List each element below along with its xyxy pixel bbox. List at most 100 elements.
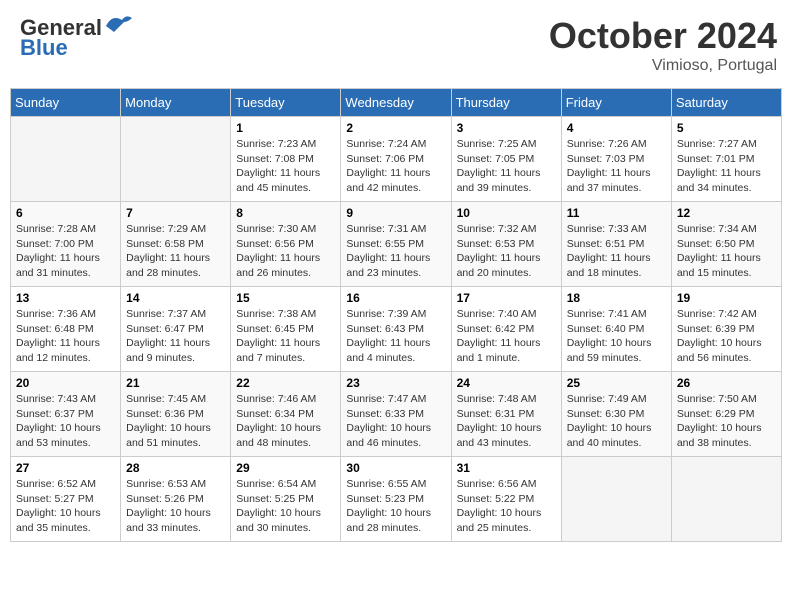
day-info: Sunrise: 7:24 AM Sunset: 7:06 PM Dayligh… [346,137,445,196]
day-number: 15 [236,291,335,305]
calendar-header-row: Sunday Monday Tuesday Wednesday Thursday… [11,89,782,117]
col-saturday: Saturday [671,89,781,117]
calendar-table: Sunday Monday Tuesday Wednesday Thursday… [10,88,782,542]
calendar-cell [561,457,671,542]
day-number: 12 [677,206,776,220]
calendar-week-row: 27Sunrise: 6:52 AM Sunset: 5:27 PM Dayli… [11,457,782,542]
day-number: 26 [677,376,776,390]
page-header: General Blue October 2024 Vimioso, Portu… [10,10,782,80]
col-sunday: Sunday [11,89,121,117]
col-wednesday: Wednesday [341,89,451,117]
calendar-cell: 20 Sunrise: 7:43 AM Sunset: 6:37 PM Dayli… [11,372,121,457]
col-thursday: Thursday [451,89,561,117]
calendar-cell: 29Sunrise: 6:54 AM Sunset: 5:25 PM Dayli… [231,457,341,542]
calendar-cell: 26 Sunrise: 7:50 AM Sunset: 6:29 PM Dayli… [671,372,781,457]
day-info: Sunrise: 7:28 AM Sunset: 7:00 PM Dayligh… [16,222,115,281]
calendar-cell [11,117,121,202]
day-info: Sunrise: 6:56 AM Sunset: 5:22 PM Dayligh… [457,477,556,536]
day-number: 31 [457,461,556,475]
day-number: 6 [16,206,115,220]
day-info: Sunrise: 7:38 AM Sunset: 6:45 PM Dayligh… [236,307,335,366]
day-info: Sunrise: 7:40 AM Sunset: 6:42 PM Dayligh… [457,307,556,366]
calendar-cell: 1 Sunrise: 7:23 AM Sunset: 7:08 PM Daylig… [231,117,341,202]
calendar-cell: 12 Sunrise: 7:34 AM Sunset: 6:50 PM Dayli… [671,202,781,287]
calendar-week-row: 13 Sunrise: 7:36 AM Sunset: 6:48 PM Dayli… [11,287,782,372]
day-info: Sunrise: 6:52 AM Sunset: 5:27 PM Dayligh… [16,477,115,536]
day-number: 1 [236,121,335,135]
calendar-cell: 2 Sunrise: 7:24 AM Sunset: 7:06 PM Daylig… [341,117,451,202]
day-info: Sunrise: 7:23 AM Sunset: 7:08 PM Dayligh… [236,137,335,196]
day-info: Sunrise: 7:29 AM Sunset: 6:58 PM Dayligh… [126,222,225,281]
location: Vimioso, Portugal [549,57,777,75]
day-number: 9 [346,206,445,220]
day-number: 18 [567,291,666,305]
logo: General Blue [20,15,134,61]
day-info: Sunrise: 7:37 AM Sunset: 6:47 PM Dayligh… [126,307,225,366]
calendar-cell [671,457,781,542]
calendar-cell: 22 Sunrise: 7:46 AM Sunset: 6:34 PM Dayli… [231,372,341,457]
calendar-cell: 4 Sunrise: 7:26 AM Sunset: 7:03 PM Daylig… [561,117,671,202]
day-number: 7 [126,206,225,220]
day-info: Sunrise: 7:27 AM Sunset: 7:01 PM Dayligh… [677,137,776,196]
day-info: Sunrise: 7:32 AM Sunset: 6:53 PM Dayligh… [457,222,556,281]
calendar-week-row: 1 Sunrise: 7:23 AM Sunset: 7:08 PM Daylig… [11,117,782,202]
day-info: Sunrise: 7:50 AM Sunset: 6:29 PM Dayligh… [677,392,776,451]
calendar-cell [121,117,231,202]
col-tuesday: Tuesday [231,89,341,117]
day-number: 13 [16,291,115,305]
calendar-cell: 23Sunrise: 7:47 AM Sunset: 6:33 PM Dayli… [341,372,451,457]
day-number: 2 [346,121,445,135]
calendar-cell: 9 Sunrise: 7:31 AM Sunset: 6:55 PM Daylig… [341,202,451,287]
day-info: Sunrise: 7:25 AM Sunset: 7:05 PM Dayligh… [457,137,556,196]
day-info: Sunrise: 6:53 AM Sunset: 5:26 PM Dayligh… [126,477,225,536]
day-number: 11 [567,206,666,220]
day-number: 16 [346,291,445,305]
day-number: 28 [126,461,225,475]
title-area: October 2024 Vimioso, Portugal [549,15,777,75]
day-info: Sunrise: 7:47 AM Sunset: 6:33 PM Dayligh… [346,392,445,451]
day-info: Sunrise: 7:45 AM Sunset: 6:36 PM Dayligh… [126,392,225,451]
calendar-week-row: 6 Sunrise: 7:28 AM Sunset: 7:00 PM Daylig… [11,202,782,287]
day-number: 24 [457,376,556,390]
day-info: Sunrise: 7:41 AM Sunset: 6:40 PM Dayligh… [567,307,666,366]
day-number: 5 [677,121,776,135]
day-info: Sunrise: 7:49 AM Sunset: 6:30 PM Dayligh… [567,392,666,451]
day-number: 4 [567,121,666,135]
calendar-cell: 11 Sunrise: 7:33 AM Sunset: 6:51 PM Dayli… [561,202,671,287]
calendar-cell: 24 Sunrise: 7:48 AM Sunset: 6:31 PM Dayli… [451,372,561,457]
month-title: October 2024 [549,15,777,57]
calendar-cell: 21Sunrise: 7:45 AM Sunset: 6:36 PM Dayli… [121,372,231,457]
calendar-cell: 27Sunrise: 6:52 AM Sunset: 5:27 PM Dayli… [11,457,121,542]
calendar-cell: 25Sunrise: 7:49 AM Sunset: 6:30 PM Dayli… [561,372,671,457]
calendar-cell: 7 Sunrise: 7:29 AM Sunset: 6:58 PM Daylig… [121,202,231,287]
day-number: 17 [457,291,556,305]
calendar-cell: 30Sunrise: 6:55 AM Sunset: 5:23 PM Dayli… [341,457,451,542]
day-number: 22 [236,376,335,390]
calendar-cell: 8Sunrise: 7:30 AM Sunset: 6:56 PM Daylig… [231,202,341,287]
day-info: Sunrise: 7:36 AM Sunset: 6:48 PM Dayligh… [16,307,115,366]
calendar-cell: 10 Sunrise: 7:32 AM Sunset: 6:53 PM Dayli… [451,202,561,287]
calendar-cell: 5 Sunrise: 7:27 AM Sunset: 7:01 PM Daylig… [671,117,781,202]
day-info: Sunrise: 7:48 AM Sunset: 6:31 PM Dayligh… [457,392,556,451]
calendar-cell: 28 Sunrise: 6:53 AM Sunset: 5:26 PM Dayli… [121,457,231,542]
col-monday: Monday [121,89,231,117]
calendar-cell: 18 Sunrise: 7:41 AM Sunset: 6:40 PM Dayli… [561,287,671,372]
calendar-cell: 31 Sunrise: 6:56 AM Sunset: 5:22 PM Dayli… [451,457,561,542]
day-number: 10 [457,206,556,220]
day-number: 8 [236,206,335,220]
day-info: Sunrise: 7:31 AM Sunset: 6:55 PM Dayligh… [346,222,445,281]
calendar-cell: 17 Sunrise: 7:40 AM Sunset: 6:42 PM Dayli… [451,287,561,372]
day-info: Sunrise: 7:46 AM Sunset: 6:34 PM Dayligh… [236,392,335,451]
day-info: Sunrise: 7:42 AM Sunset: 6:39 PM Dayligh… [677,307,776,366]
day-info: Sunrise: 7:26 AM Sunset: 7:03 PM Dayligh… [567,137,666,196]
day-info: Sunrise: 7:34 AM Sunset: 6:50 PM Dayligh… [677,222,776,281]
calendar-cell: 16Sunrise: 7:39 AM Sunset: 6:43 PM Dayli… [341,287,451,372]
logo-blue-text: Blue [20,35,134,61]
day-number: 30 [346,461,445,475]
day-info: Sunrise: 7:33 AM Sunset: 6:51 PM Dayligh… [567,222,666,281]
day-number: 20 [16,376,115,390]
day-number: 19 [677,291,776,305]
day-number: 14 [126,291,225,305]
day-info: Sunrise: 6:54 AM Sunset: 5:25 PM Dayligh… [236,477,335,536]
day-info: Sunrise: 7:43 AM Sunset: 6:37 PM Dayligh… [16,392,115,451]
